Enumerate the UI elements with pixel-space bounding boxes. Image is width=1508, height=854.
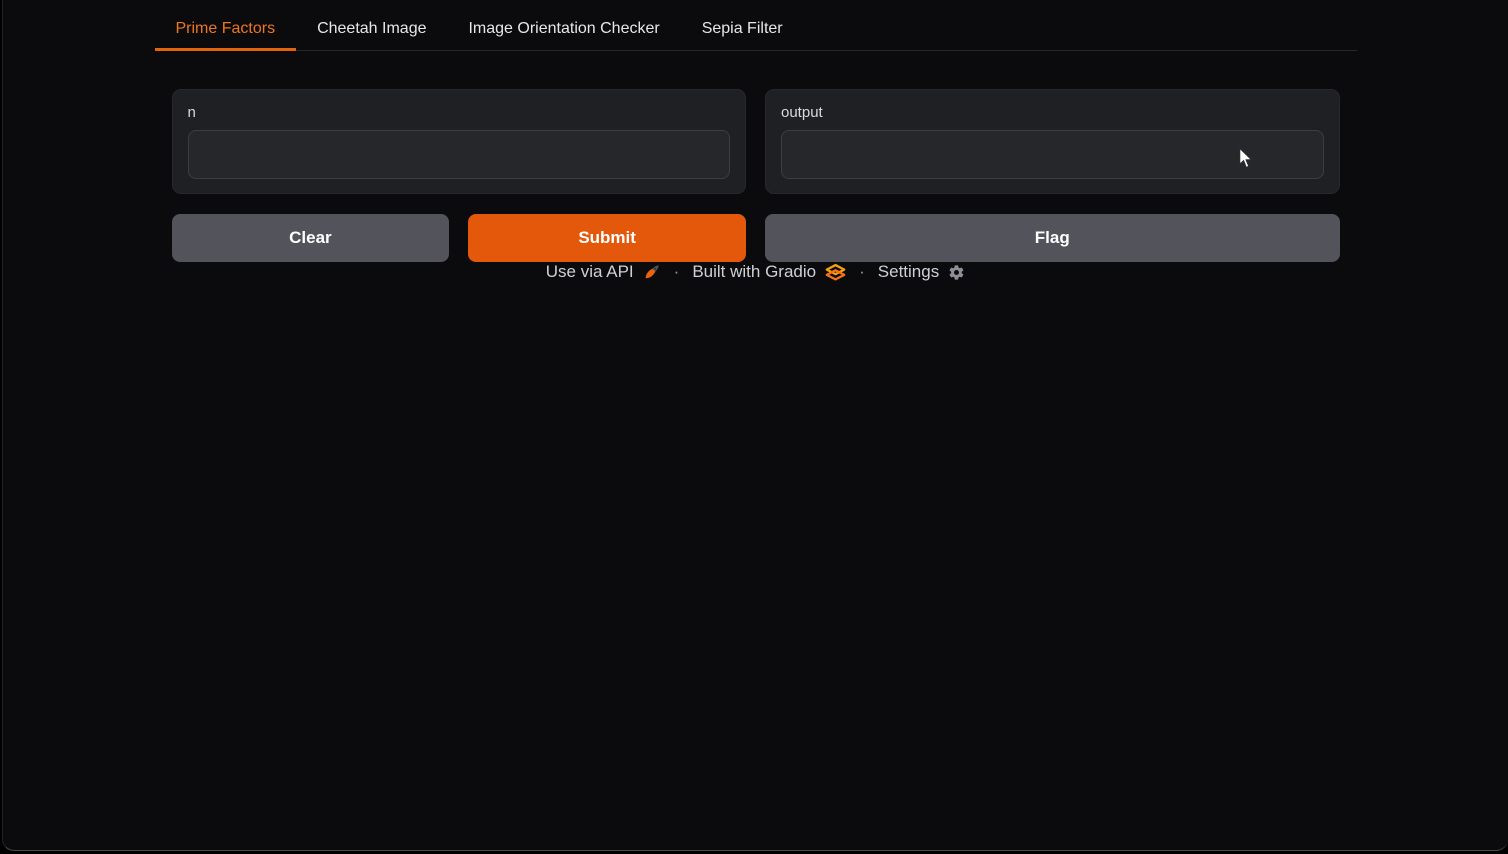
built-with-gradio-label: Built with Gradio [692, 262, 816, 282]
use-via-api-label: Use via API [546, 262, 634, 282]
footer-separator-2: · [859, 262, 865, 282]
n-input[interactable] [188, 130, 731, 179]
output-panel: output [765, 89, 1340, 194]
flag-button[interactable]: Flag [765, 214, 1340, 262]
submit-button[interactable]: Submit [468, 214, 746, 262]
input-panel-n: n [172, 89, 747, 194]
rocket-icon [643, 263, 661, 281]
tab-panel-prime-factors: n output Clear Submit Flag [155, 51, 1357, 262]
clear-button[interactable]: Clear [172, 214, 450, 262]
footer-separator: · [674, 262, 680, 282]
tab-cheetah-image[interactable]: Cheetah Image [296, 8, 447, 51]
button-row: Clear Submit Flag [172, 214, 1340, 262]
gradio-logo-icon [825, 263, 846, 282]
output-label: output [781, 103, 1324, 122]
settings-link[interactable]: Settings [878, 262, 965, 282]
tab-bar: Prime Factors Cheetah Image Image Orient… [155, 8, 1357, 51]
tab-sepia-filter[interactable]: Sepia Filter [681, 8, 804, 51]
footer: Use via API · Built with Gradio [155, 262, 1357, 303]
gear-icon [948, 264, 965, 281]
tab-prime-factors[interactable]: Prime Factors [155, 8, 297, 51]
io-row: n output [172, 89, 1340, 194]
built-with-gradio-link[interactable]: Built with Gradio [692, 262, 846, 282]
input-label: n [188, 103, 731, 122]
left-button-group: Clear Submit [172, 214, 747, 262]
use-via-api-link[interactable]: Use via API [546, 262, 661, 282]
main-container: Prime Factors Cheetah Image Image Orient… [155, 0, 1357, 850]
app-window: Prime Factors Cheetah Image Image Orient… [2, 0, 1508, 851]
output-field[interactable] [781, 130, 1324, 179]
tab-image-orientation-checker[interactable]: Image Orientation Checker [447, 8, 680, 51]
settings-label: Settings [878, 262, 939, 282]
